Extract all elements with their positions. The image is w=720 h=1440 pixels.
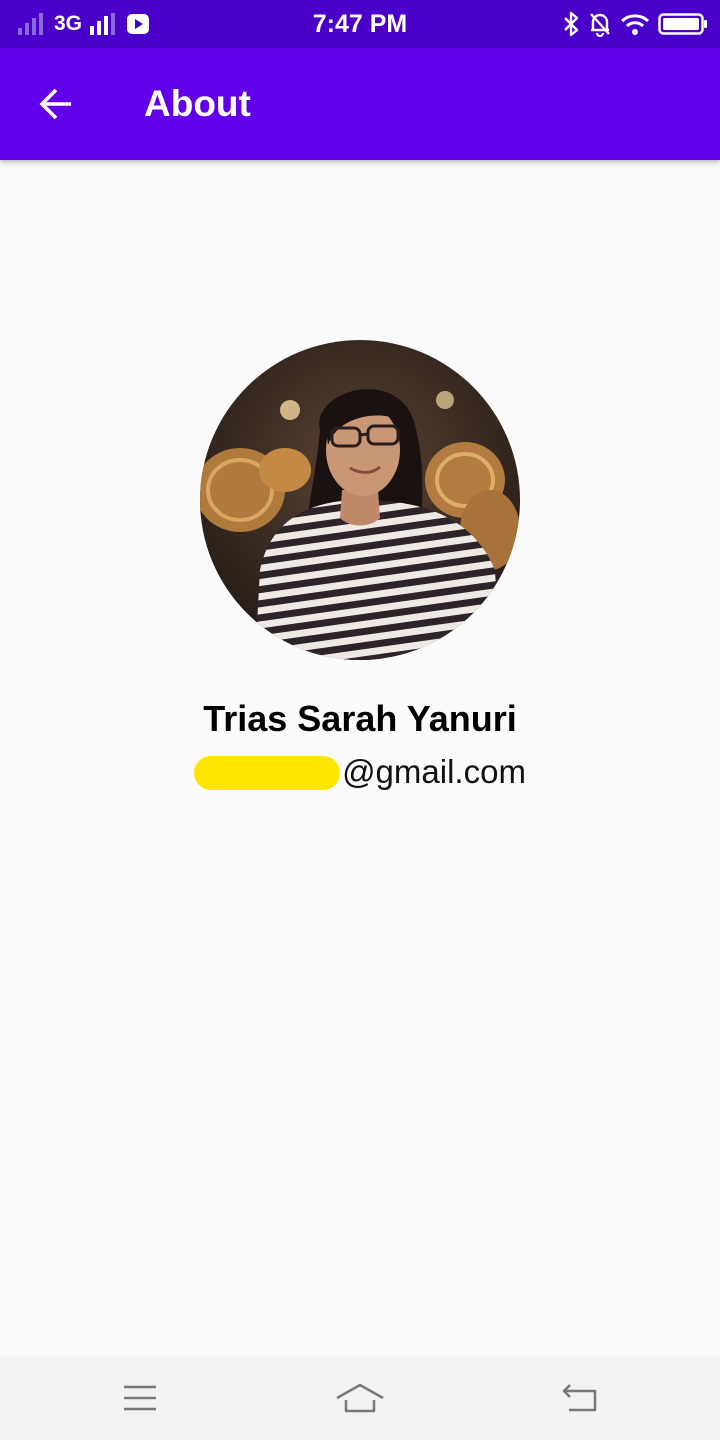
status-left: 3G <box>18 0 150 48</box>
home-button[interactable] <box>300 1356 420 1440</box>
back-icon <box>562 1384 597 1412</box>
email-text: @gmail.com <box>342 753 526 790</box>
profile-avatar <box>200 340 520 660</box>
back-button[interactable] <box>0 48 112 160</box>
bell-off-icon <box>590 13 610 37</box>
signal-icon <box>18 13 43 35</box>
system-nav-bar <box>0 1356 720 1440</box>
arrow-left-icon <box>39 88 71 120</box>
home-icon <box>336 1383 384 1413</box>
youtube-icon <box>127 14 150 34</box>
profile-photo <box>200 340 520 660</box>
menu-button[interactable] <box>80 1356 200 1440</box>
wifi-icon <box>620 14 650 35</box>
page-title: About <box>144 83 251 124</box>
battery-icon <box>658 13 707 35</box>
app-bar: About <box>0 48 720 160</box>
bluetooth-icon <box>564 11 579 37</box>
email-wrap: @gmail.com <box>194 753 526 791</box>
redaction-mark <box>194 756 341 790</box>
menu-icon <box>124 1385 156 1411</box>
status-right <box>562 0 708 48</box>
profile-email: @gmail.com <box>0 750 720 794</box>
back-nav-button[interactable] <box>520 1356 640 1440</box>
signal-icon <box>90 13 116 35</box>
status-bar: 3G 7:47 PM <box>0 0 720 48</box>
profile-name: Trias Sarah Yanuri <box>203 698 517 739</box>
network-type-label: 3G <box>54 12 83 35</box>
